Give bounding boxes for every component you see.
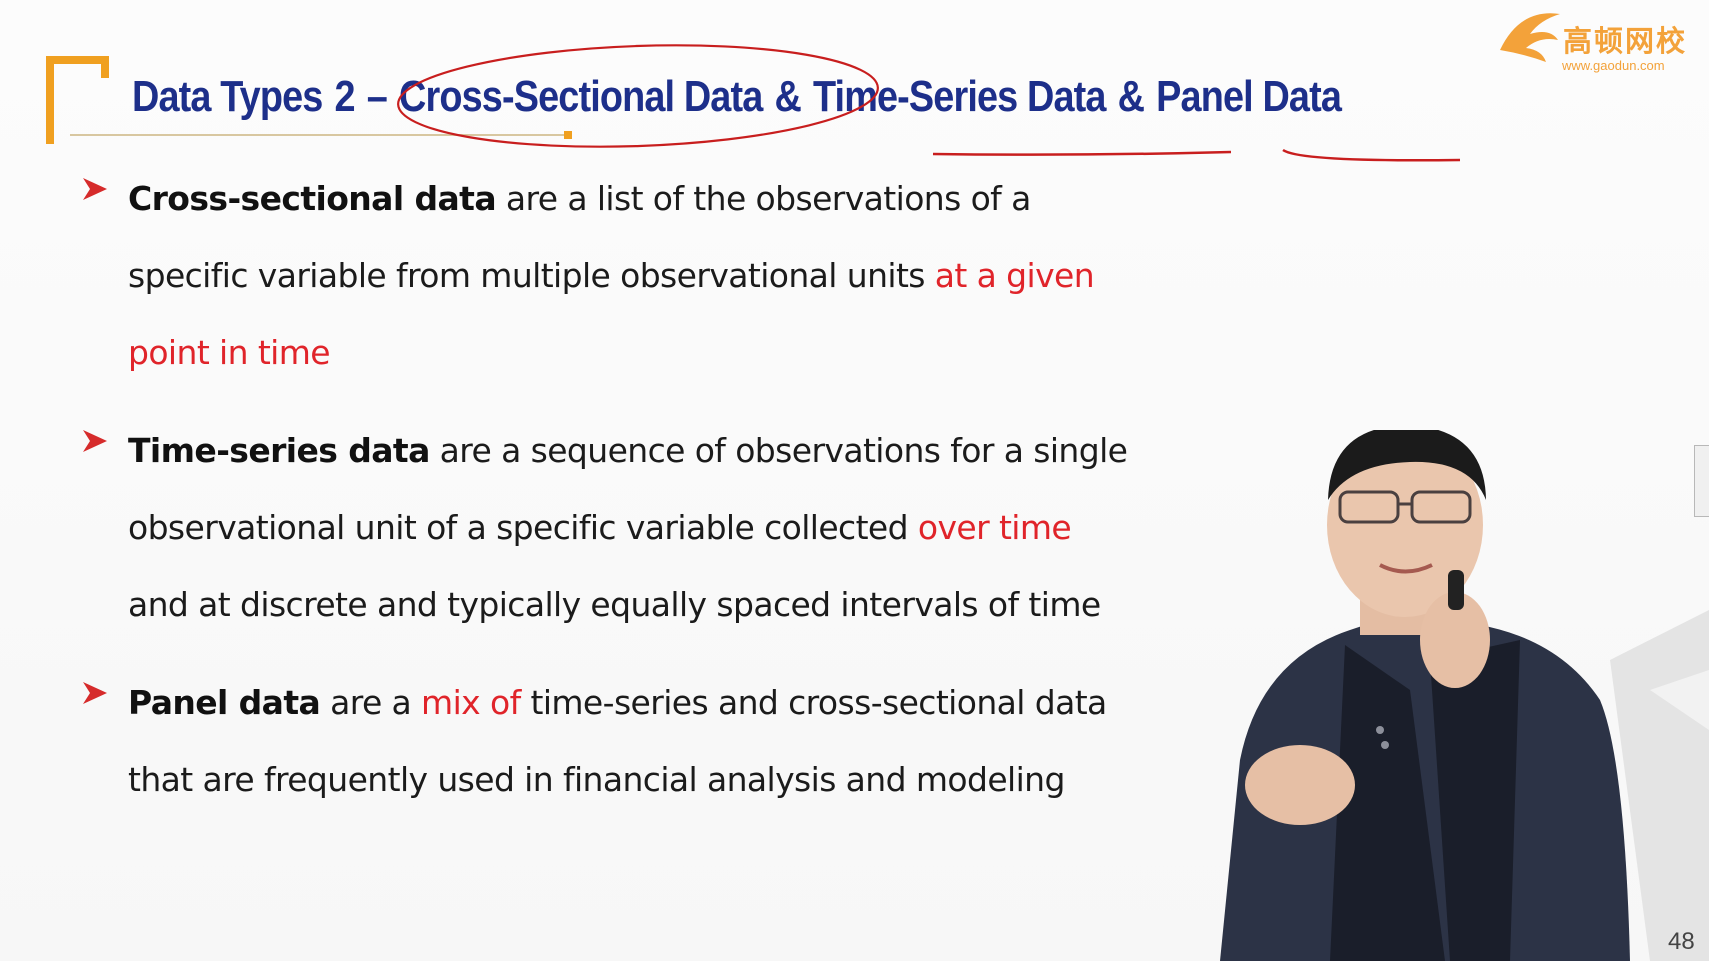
body-text: time-series and cross-sectional data — [520, 683, 1107, 722]
bullet-item: Panel data are a mix of time-series and … — [80, 664, 1190, 818]
bullet-line: Cross-sectional data are a list of the o… — [128, 160, 1190, 237]
arrow-bullet-icon — [83, 430, 107, 452]
side-panel-toggle[interactable] — [1694, 445, 1709, 517]
bullet-item: Time-series data are a sequence of obser… — [80, 412, 1190, 643]
body-text: and at discrete and typically equally sp… — [128, 585, 1101, 624]
logo-text: 高顿网校 — [1563, 24, 1688, 58]
bullet-line: and at discrete and typically equally sp… — [128, 566, 1190, 643]
body-text: are a sequence of observations for a sin… — [429, 431, 1128, 470]
body-text: observational unit of a specific variabl… — [128, 508, 918, 547]
annotation-ellipse — [397, 44, 879, 148]
term-text: Time-series data — [128, 431, 430, 470]
presenter-video — [1220, 430, 1709, 961]
bullet-item: Cross-sectional data are a list of the o… — [80, 160, 1190, 391]
highlight-text: point in time — [128, 333, 331, 372]
annotation-underline — [1282, 148, 1461, 162]
highlight-text: mix of — [421, 683, 521, 722]
bullet-line: Time-series data are a sequence of obser… — [128, 412, 1190, 489]
highlight-text: over time — [917, 508, 1072, 547]
body-text: are a list of the observations of a — [495, 179, 1031, 218]
annotation-underline — [932, 150, 1232, 156]
arrow-bullet-icon — [83, 682, 107, 704]
logo-url: www.gaodun.com — [1562, 58, 1665, 73]
body-text: that are frequently used in financial an… — [128, 760, 1065, 799]
lecture-slide: Data Types 2 – Cross-Sectional Data & Ti… — [0, 0, 1709, 961]
arrow-bullet-icon — [83, 178, 107, 200]
term-text: Panel data — [128, 683, 321, 722]
bullet-line: point in time — [128, 314, 1190, 391]
bullet-list: Cross-sectional data are a list of the o… — [80, 160, 1190, 839]
highlight-text: at a given — [934, 256, 1095, 295]
body-text: specific variable from multiple observat… — [128, 256, 935, 295]
bullet-line: observational unit of a specific variabl… — [128, 489, 1190, 566]
bullet-line: that are frequently used in financial an… — [128, 741, 1190, 818]
bullet-line: Panel data are a mix of time-series and … — [128, 664, 1190, 741]
page-number: 48 — [1668, 928, 1695, 955]
body-text: are a — [320, 683, 422, 722]
term-text: Cross-sectional data — [128, 179, 497, 218]
bullet-line: specific variable from multiple observat… — [128, 237, 1190, 314]
